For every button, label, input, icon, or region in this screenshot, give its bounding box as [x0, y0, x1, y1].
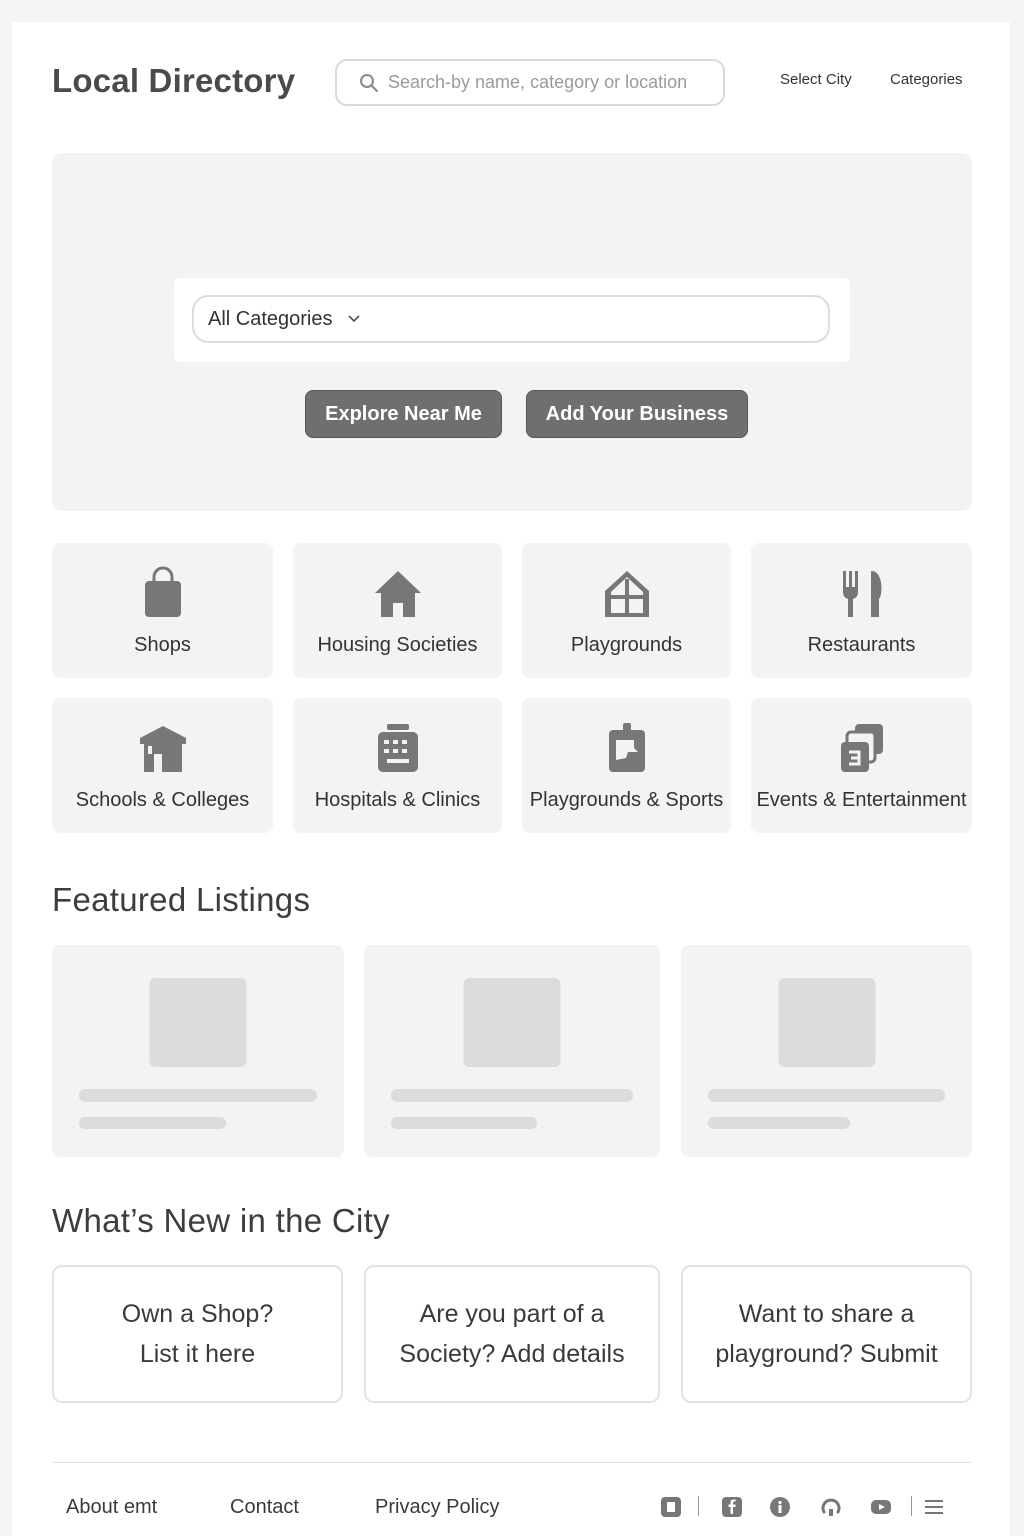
- category-label: Shops: [134, 634, 191, 656]
- footer-separator: [698, 1496, 699, 1516]
- chevron-down-icon: [347, 315, 360, 323]
- explore-near-me-button[interactable]: Explore Near Me: [305, 390, 502, 438]
- featured-listings-heading: Featured Listings: [52, 881, 311, 918]
- whats-new-card-shop[interactable]: Own a Shop? List it here: [52, 1265, 343, 1403]
- school-icon: [139, 726, 186, 772]
- card-text-line: Want to share a: [738, 1300, 915, 1328]
- events-icon: [840, 724, 883, 772]
- category-label: Events & Entertainment: [756, 789, 967, 811]
- category-label: Housing Societies: [317, 634, 478, 656]
- card-text-line: Own a Shop?: [121, 1300, 274, 1328]
- category-hospitals-clinics[interactable]: Hospitals & Clinics: [293, 698, 502, 833]
- listing-title-placeholder: [79, 1089, 317, 1102]
- footer-divider: [52, 1462, 972, 1463]
- square-icon[interactable]: [660, 1496, 682, 1518]
- search-input[interactable]: [388, 72, 708, 93]
- category-label: Restaurants: [807, 634, 916, 656]
- card-text-line: Are you part of a: [419, 1300, 605, 1328]
- listing-title-placeholder: [708, 1089, 945, 1102]
- category-label: Playgrounds: [570, 634, 683, 656]
- category-shops[interactable]: Shops: [52, 543, 273, 678]
- footer-separator: [911, 1496, 912, 1516]
- category-playgrounds[interactable]: Playgrounds: [522, 543, 731, 678]
- search-icon: [360, 73, 378, 92]
- fork-knife-icon: [842, 571, 881, 617]
- card-text-line: Society? Add details: [399, 1340, 625, 1368]
- card-text: Are you part of a Society? Add details: [399, 1294, 624, 1374]
- card-text-line: playground? Submit: [715, 1340, 938, 1368]
- whats-new-card-playground[interactable]: Want to share a playground? Submit: [681, 1265, 972, 1403]
- hero-filter-panel: All Categories: [174, 278, 850, 362]
- whats-new-card-society[interactable]: Are you part of a Society? Add details: [364, 1265, 660, 1403]
- footer-link-privacy[interactable]: Privacy Policy: [375, 1496, 499, 1519]
- card-text-line: List it here: [139, 1340, 256, 1368]
- category-restaurants[interactable]: Restaurants: [751, 543, 972, 678]
- listing-image-placeholder: [149, 978, 247, 1067]
- category-select-value: All Categories: [208, 307, 333, 330]
- category-events-entertainment[interactable]: Events & Entertainment: [751, 698, 972, 833]
- card-text: Want to share a playground? Submit: [715, 1294, 937, 1374]
- nav-select-city[interactable]: Select City: [780, 71, 852, 88]
- playground-icon: [604, 571, 649, 617]
- nav-categories[interactable]: Categories: [890, 71, 963, 88]
- menu-icon[interactable]: [923, 1496, 945, 1518]
- search-bar[interactable]: [335, 59, 725, 106]
- site-logo[interactable]: Local Directory: [52, 62, 295, 100]
- category-schools-colleges[interactable]: Schools & Colleges: [52, 698, 273, 833]
- category-label: Schools & Colleges: [75, 789, 250, 811]
- category-housing-societies[interactable]: Housing Societies: [293, 543, 502, 678]
- hero-banner: All Categories Explore Near Me Add Your …: [52, 153, 972, 511]
- sports-icon: [608, 723, 645, 772]
- info-icon[interactable]: [769, 1496, 791, 1518]
- listing-subtitle-placeholder: [79, 1117, 226, 1129]
- listing-title-placeholder: [391, 1089, 633, 1102]
- card-text: Own a Shop? List it here: [122, 1294, 274, 1374]
- add-business-button[interactable]: Add Your Business: [526, 390, 748, 438]
- shopping-bag-icon: [144, 566, 181, 617]
- category-label: Playgrounds & Sports: [529, 789, 724, 811]
- featured-card[interactable]: [364, 945, 660, 1157]
- footer-link-about[interactable]: About emt: [66, 1496, 157, 1519]
- listing-subtitle-placeholder: [708, 1117, 850, 1129]
- house-icon: [374, 571, 421, 617]
- whats-new-heading: What’s New in the City: [52, 1202, 390, 1239]
- listing-image-placeholder: [778, 978, 875, 1067]
- category-label: Hospitals & Clinics: [314, 789, 481, 811]
- category-select[interactable]: All Categories: [192, 295, 830, 343]
- featured-card[interactable]: [681, 945, 972, 1157]
- listing-subtitle-placeholder: [391, 1117, 537, 1129]
- github-icon[interactable]: [820, 1496, 842, 1518]
- hospital-icon: [377, 724, 418, 772]
- youtube-icon[interactable]: [870, 1496, 892, 1518]
- facebook-icon[interactable]: [721, 1496, 743, 1518]
- page: Local Directory Select City Categories A…: [12, 22, 1010, 1536]
- footer-link-contact[interactable]: Contact: [230, 1496, 299, 1519]
- category-playgrounds-sports[interactable]: Playgrounds & Sports: [522, 698, 731, 833]
- featured-card[interactable]: [52, 945, 344, 1157]
- listing-image-placeholder: [463, 978, 561, 1067]
